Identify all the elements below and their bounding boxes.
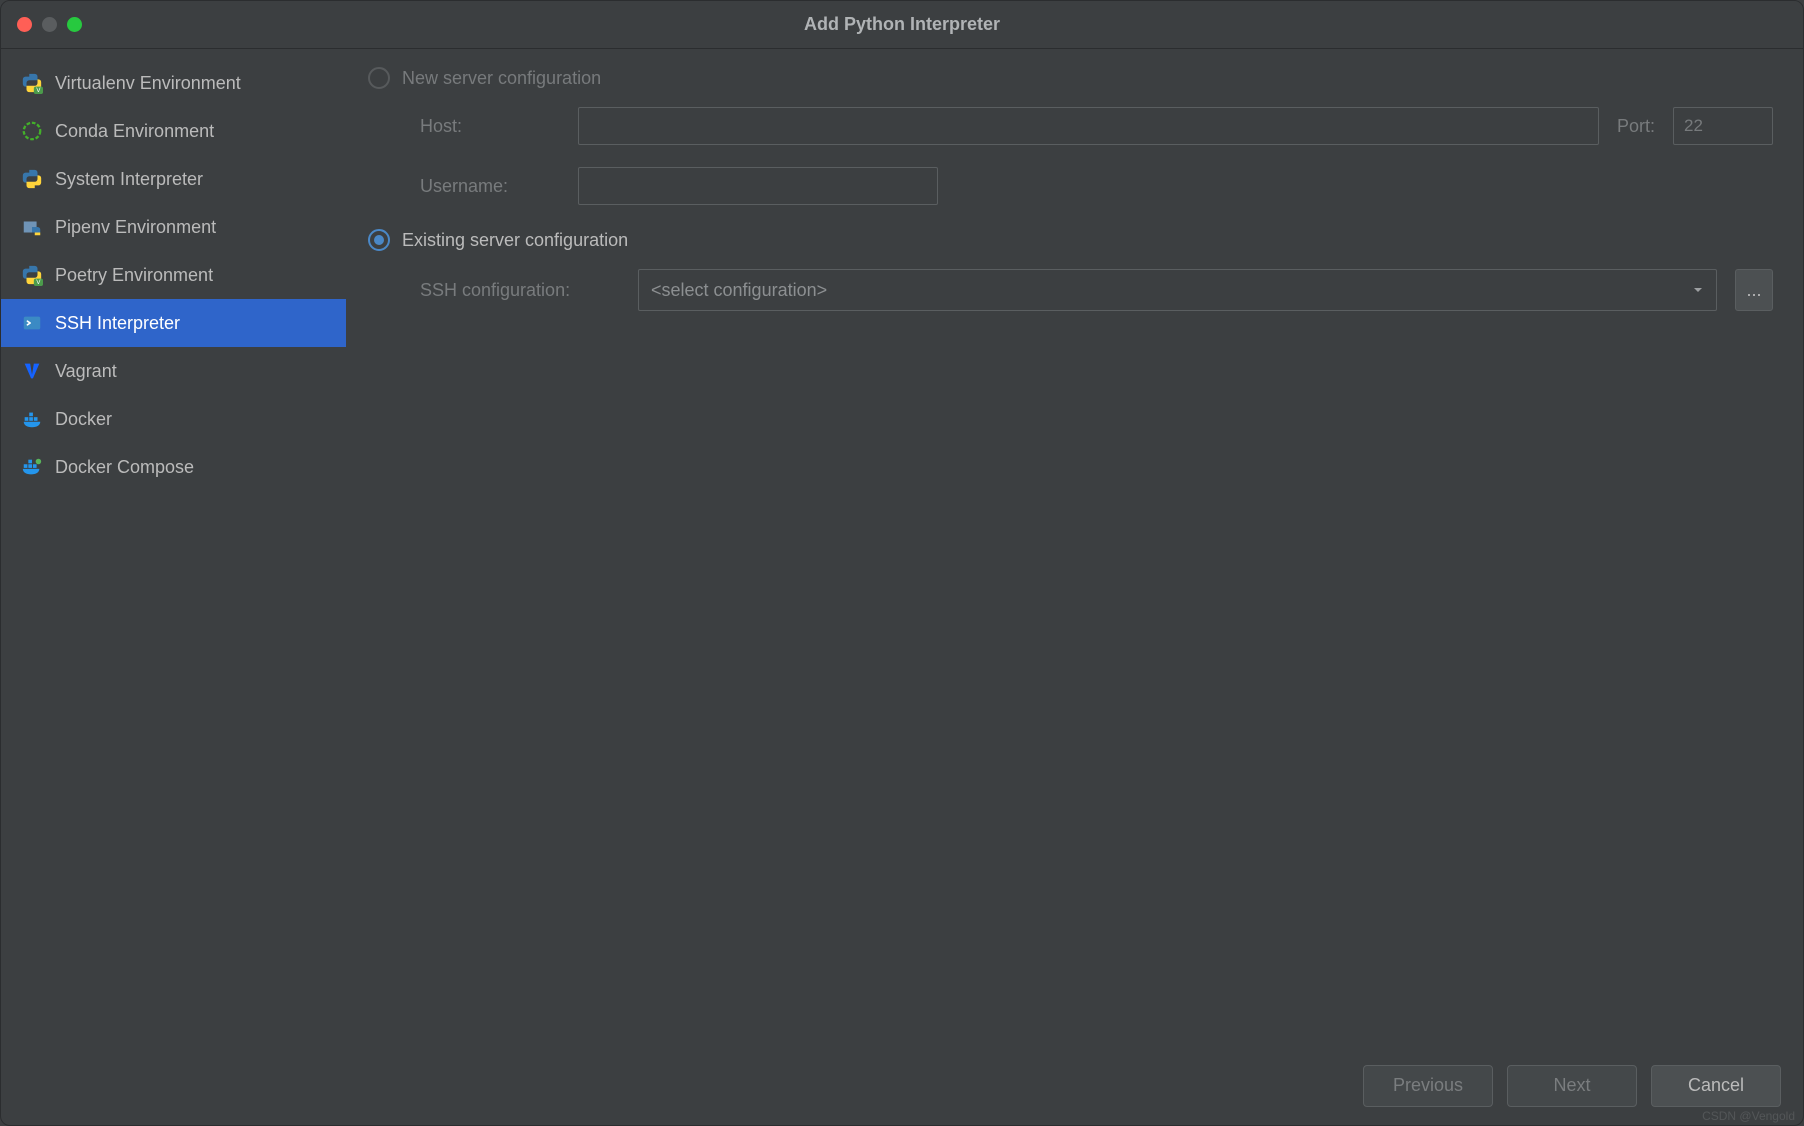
ssh-config-row: SSH configuration: <select configuration…: [420, 269, 1773, 311]
new-server-radio-row[interactable]: New server configuration: [368, 67, 1773, 89]
window-title: Add Python Interpreter: [1, 14, 1803, 35]
sidebar-item-pipenv[interactable]: Pipenv Environment: [1, 203, 346, 251]
dialog-window: Add Python Interpreter V Virtualenv Envi…: [0, 0, 1804, 1126]
python-icon: [21, 168, 43, 190]
vagrant-icon: [21, 360, 43, 382]
window-controls: [17, 17, 82, 32]
chevron-down-icon: [1692, 280, 1704, 301]
dialog-body: V Virtualenv Environment Conda Environme…: [1, 49, 1803, 1055]
sidebar-item-label: System Interpreter: [55, 169, 203, 190]
sidebar-item-label: Docker Compose: [55, 457, 194, 478]
ssh-config-select-placeholder: <select configuration>: [651, 280, 827, 301]
port-input[interactable]: [1673, 107, 1773, 145]
sidebar-item-system[interactable]: System Interpreter: [1, 155, 346, 203]
conda-icon: [21, 120, 43, 142]
titlebar: Add Python Interpreter: [1, 1, 1803, 49]
sidebar-item-ssh[interactable]: SSH Interpreter: [1, 299, 346, 347]
sidebar-item-label: Docker: [55, 409, 112, 430]
ssh-config-label: SSH configuration:: [420, 280, 620, 301]
sidebar-item-label: SSH Interpreter: [55, 313, 180, 334]
username-row: Username:: [420, 167, 1773, 205]
ellipsis-icon: ...: [1746, 280, 1761, 301]
existing-server-radio[interactable]: [368, 229, 390, 251]
sidebar-item-conda[interactable]: Conda Environment: [1, 107, 346, 155]
sidebar-item-vagrant[interactable]: Vagrant: [1, 347, 346, 395]
docker-compose-icon: [21, 456, 43, 478]
sidebar-item-label: Conda Environment: [55, 121, 214, 142]
port-label: Port:: [1617, 116, 1655, 137]
sidebar-item-label: Virtualenv Environment: [55, 73, 241, 94]
window-maximize-button[interactable]: [67, 17, 82, 32]
cancel-button[interactable]: Cancel: [1651, 1065, 1781, 1107]
existing-server-radio-row[interactable]: Existing server configuration: [368, 229, 1773, 251]
host-input[interactable]: [578, 107, 1599, 145]
interpreter-type-sidebar: V Virtualenv Environment Conda Environme…: [1, 49, 346, 1055]
pipenv-icon: [21, 216, 43, 238]
sidebar-item-label: Poetry Environment: [55, 265, 213, 286]
sidebar-item-label: Pipenv Environment: [55, 217, 216, 238]
poetry-icon: V: [21, 264, 43, 286]
docker-icon: [21, 408, 43, 430]
host-row: Host: Port:: [420, 107, 1773, 145]
svg-text:V: V: [36, 87, 41, 94]
window-close-button[interactable]: [17, 17, 32, 32]
previous-button[interactable]: Previous: [1363, 1065, 1493, 1107]
username-label: Username:: [420, 176, 560, 197]
python-venv-icon: V: [21, 72, 43, 94]
new-server-radio[interactable]: [368, 67, 390, 89]
svg-text:V: V: [36, 279, 41, 286]
sidebar-item-virtualenv[interactable]: V Virtualenv Environment: [1, 59, 346, 107]
ssh-config-select[interactable]: <select configuration>: [638, 269, 1717, 311]
existing-server-form: SSH configuration: <select configuration…: [368, 269, 1773, 311]
new-server-form: Host: Port: Username:: [368, 107, 1773, 205]
new-server-radio-label: New server configuration: [402, 68, 601, 89]
content-panel: New server configuration Host: Port: Use…: [346, 49, 1803, 1055]
host-label: Host:: [420, 116, 560, 137]
sidebar-item-label: Vagrant: [55, 361, 117, 382]
username-input[interactable]: [578, 167, 938, 205]
ssh-icon: [21, 312, 43, 334]
next-button[interactable]: Next: [1507, 1065, 1637, 1107]
sidebar-item-poetry[interactable]: V Poetry Environment: [1, 251, 346, 299]
sidebar-item-docker-compose[interactable]: Docker Compose: [1, 443, 346, 491]
ssh-config-browse-button[interactable]: ...: [1735, 269, 1773, 311]
sidebar-item-docker[interactable]: Docker: [1, 395, 346, 443]
watermark: CSDN @Vengold: [1702, 1109, 1795, 1123]
dialog-footer: Previous Next Cancel: [1, 1055, 1803, 1125]
window-minimize-button[interactable]: [42, 17, 57, 32]
existing-server-radio-label: Existing server configuration: [402, 230, 628, 251]
